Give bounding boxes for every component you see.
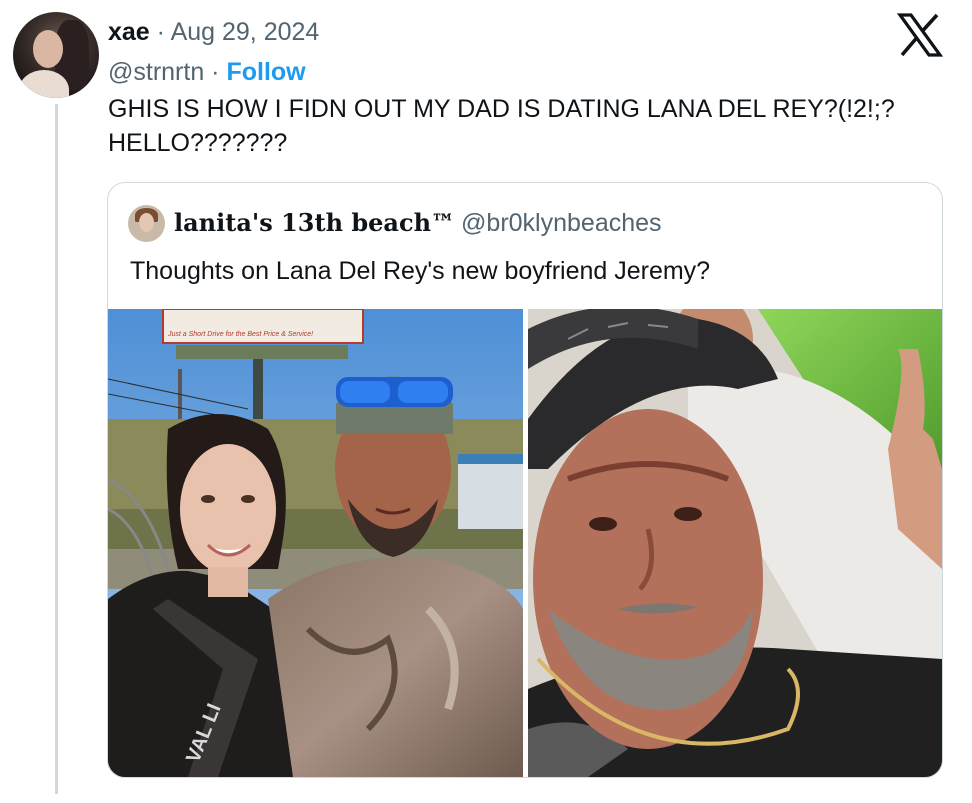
author-avatar[interactable] [13, 12, 99, 98]
handle-row: @strnrtn · Follow [108, 54, 306, 90]
tweet-text: GHIS IS HOW I FIDN OUT MY DAD IS DATING … [108, 95, 895, 157]
author-name[interactable]: xae [108, 18, 150, 46]
avatar-face [33, 30, 63, 68]
x-logo-icon[interactable] [896, 13, 944, 57]
quoted-tweet-card[interactable]: lanita's 13th beach™ @br0klynbeaches Thou… [107, 182, 943, 778]
author-handle[interactable]: @strnrtn [108, 58, 204, 86]
photo-2-image [528, 309, 942, 777]
tweet-header: xae · Aug 29, 2024 [108, 14, 319, 50]
quoted-author-name[interactable]: lanita's 13th beach™ [174, 208, 455, 237]
quoted-media-grid: Just a Short Drive for the Best Price & … [108, 309, 942, 777]
thread-line [55, 104, 58, 794]
quoted-avatar-face [139, 213, 154, 232]
media-photo-2[interactable] [528, 309, 942, 777]
quoted-author-avatar[interactable] [128, 205, 165, 242]
media-photo-1[interactable]: Just a Short Drive for the Best Price & … [108, 309, 523, 777]
header-separator: · [149, 18, 171, 46]
quoted-tweet-text: Thoughts on Lana Del Rey's new boyfriend… [130, 257, 711, 285]
follow-button[interactable]: Follow [226, 58, 305, 86]
quoted-tweet-header: lanita's 13th beach™ @br0klynbeaches [174, 205, 662, 241]
billboard-text: Just a Short Drive for the Best Price & … [167, 331, 313, 338]
quoted-author-handle[interactable]: @br0klynbeaches [461, 209, 662, 237]
tweet-date[interactable]: Aug 29, 2024 [171, 18, 320, 46]
photo-1-image: Just a Short Drive for the Best Price & … [108, 309, 523, 777]
handle-separator: · [204, 58, 227, 86]
